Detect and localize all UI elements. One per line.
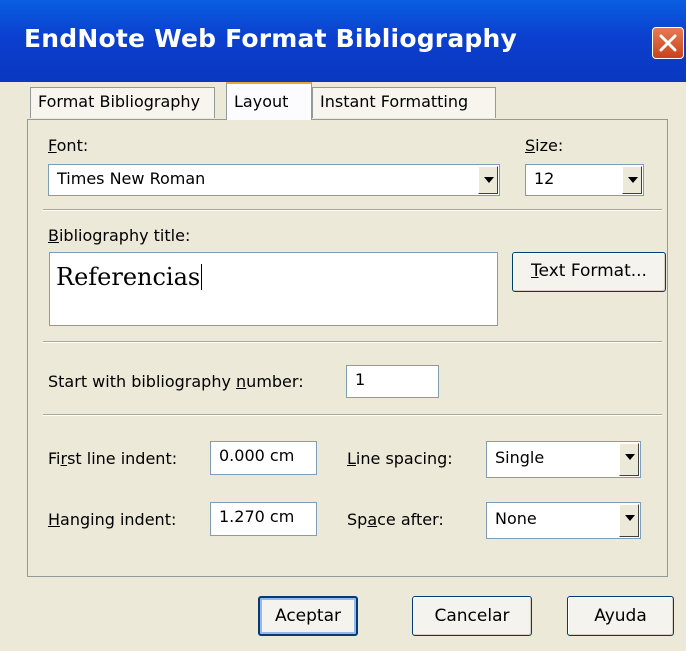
text-caret	[201, 264, 203, 290]
tab-label: Instant Formatting	[320, 92, 469, 111]
space-after-select[interactable]: None	[486, 502, 641, 539]
start-number-input[interactable]: 1	[346, 365, 439, 398]
space-after-label: Space after:	[347, 510, 444, 529]
divider	[43, 209, 662, 211]
cancel-label: Cancelar	[434, 606, 510, 626]
chevron-down-icon[interactable]	[622, 166, 642, 194]
size-select[interactable]: 12	[525, 164, 644, 196]
line-spacing-select[interactable]: Single	[486, 441, 641, 478]
size-value: 12	[534, 169, 555, 188]
line-spacing-value: Single	[495, 448, 545, 467]
chevron-down-icon[interactable]	[619, 443, 639, 476]
tab-layout[interactable]: Layout	[226, 82, 312, 120]
divider	[43, 341, 662, 343]
help-button[interactable]: Ayuda	[567, 596, 674, 636]
close-button[interactable]	[652, 27, 684, 59]
tab-format-bibliography[interactable]: Format Bibliography	[30, 87, 215, 118]
tab-label: Format Bibliography	[38, 92, 201, 111]
divider	[43, 414, 662, 416]
chevron-down-icon[interactable]	[619, 504, 639, 537]
size-label: Size:	[525, 136, 564, 155]
format-bibliography-dialog: EndNote Web Format Bibliography Format B…	[0, 0, 686, 651]
text-format-button[interactable]: Text Format...	[512, 252, 666, 292]
font-label: Font:	[48, 136, 89, 155]
ok-button[interactable]: Aceptar	[258, 596, 358, 636]
window-title: EndNote Web Format Bibliography	[24, 24, 517, 53]
line-spacing-label: Line spacing:	[347, 449, 453, 468]
bibliography-title-value: Referencias	[56, 263, 203, 291]
close-icon	[659, 34, 677, 52]
cancel-button[interactable]: Cancelar	[412, 596, 532, 636]
chevron-down-icon[interactable]	[478, 166, 498, 194]
text-format-label: Text Format...	[531, 261, 647, 281]
tab-instant-formatting[interactable]: Instant Formatting	[312, 87, 496, 118]
font-select[interactable]: Times New Roman	[48, 164, 500, 196]
title-bar[interactable]: EndNote Web Format Bibliography	[0, 0, 686, 82]
first-line-indent-input[interactable]: 0.000 cm	[210, 441, 317, 475]
hanging-indent-label: Hanging indent:	[48, 510, 177, 529]
hanging-indent-input[interactable]: 1.270 cm	[210, 502, 317, 536]
hanging-indent-value: 1.270 cm	[219, 507, 295, 526]
first-line-indent-label: First line indent:	[48, 449, 178, 468]
font-value: Times New Roman	[57, 169, 206, 188]
bibliography-title-input[interactable]: Referencias	[49, 252, 498, 326]
start-number-value: 1	[355, 370, 366, 389]
tab-label: Layout	[234, 92, 289, 111]
bibliography-title-label: Bibliography title:	[48, 226, 191, 245]
ok-label: Aceptar	[275, 606, 341, 626]
help-label: Ayuda	[594, 606, 647, 626]
space-after-value: None	[495, 509, 537, 528]
first-line-indent-value: 0.000 cm	[219, 446, 295, 465]
start-number-label: Start with bibliography number:	[48, 372, 304, 391]
